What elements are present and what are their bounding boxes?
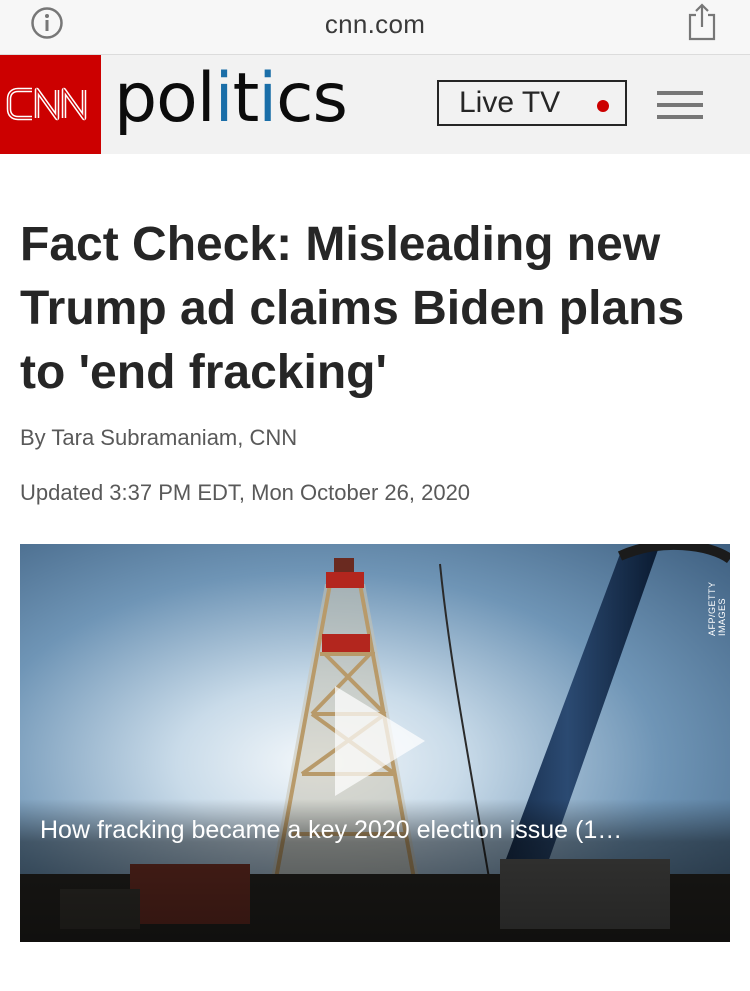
share-icon[interactable] (684, 2, 720, 42)
play-icon[interactable] (335, 686, 425, 796)
cnn-logo-mark (6, 87, 87, 121)
live-tv-label: Live TV (459, 86, 561, 119)
article-timestamp: Updated 3:37 PM EDT, Mon October 26, 202… (20, 480, 471, 505)
article-byline: By Tara Subramaniam, CNN (20, 425, 298, 450)
hamburger-menu-icon[interactable] (657, 91, 703, 123)
url-text[interactable]: cnn.com (0, 9, 750, 40)
browser-url-bar: cnn.com (0, 0, 750, 55)
video-caption[interactable]: How fracking became a key 2020 election … (40, 816, 720, 845)
video-player[interactable]: AFP/GETTY IMAGES How fracking became a k… (20, 544, 730, 942)
live-tv-button[interactable]: Live TV (437, 80, 627, 126)
site-header: politics Live TV (0, 55, 750, 154)
section-title[interactable]: politics (114, 59, 348, 139)
article-headline: Fact Check: Misleading new Trump ad clai… (20, 218, 685, 399)
cnn-logo[interactable] (0, 55, 101, 154)
live-indicator-dot (597, 100, 609, 112)
photo-credit: AFP/GETTY IMAGES (707, 581, 727, 636)
